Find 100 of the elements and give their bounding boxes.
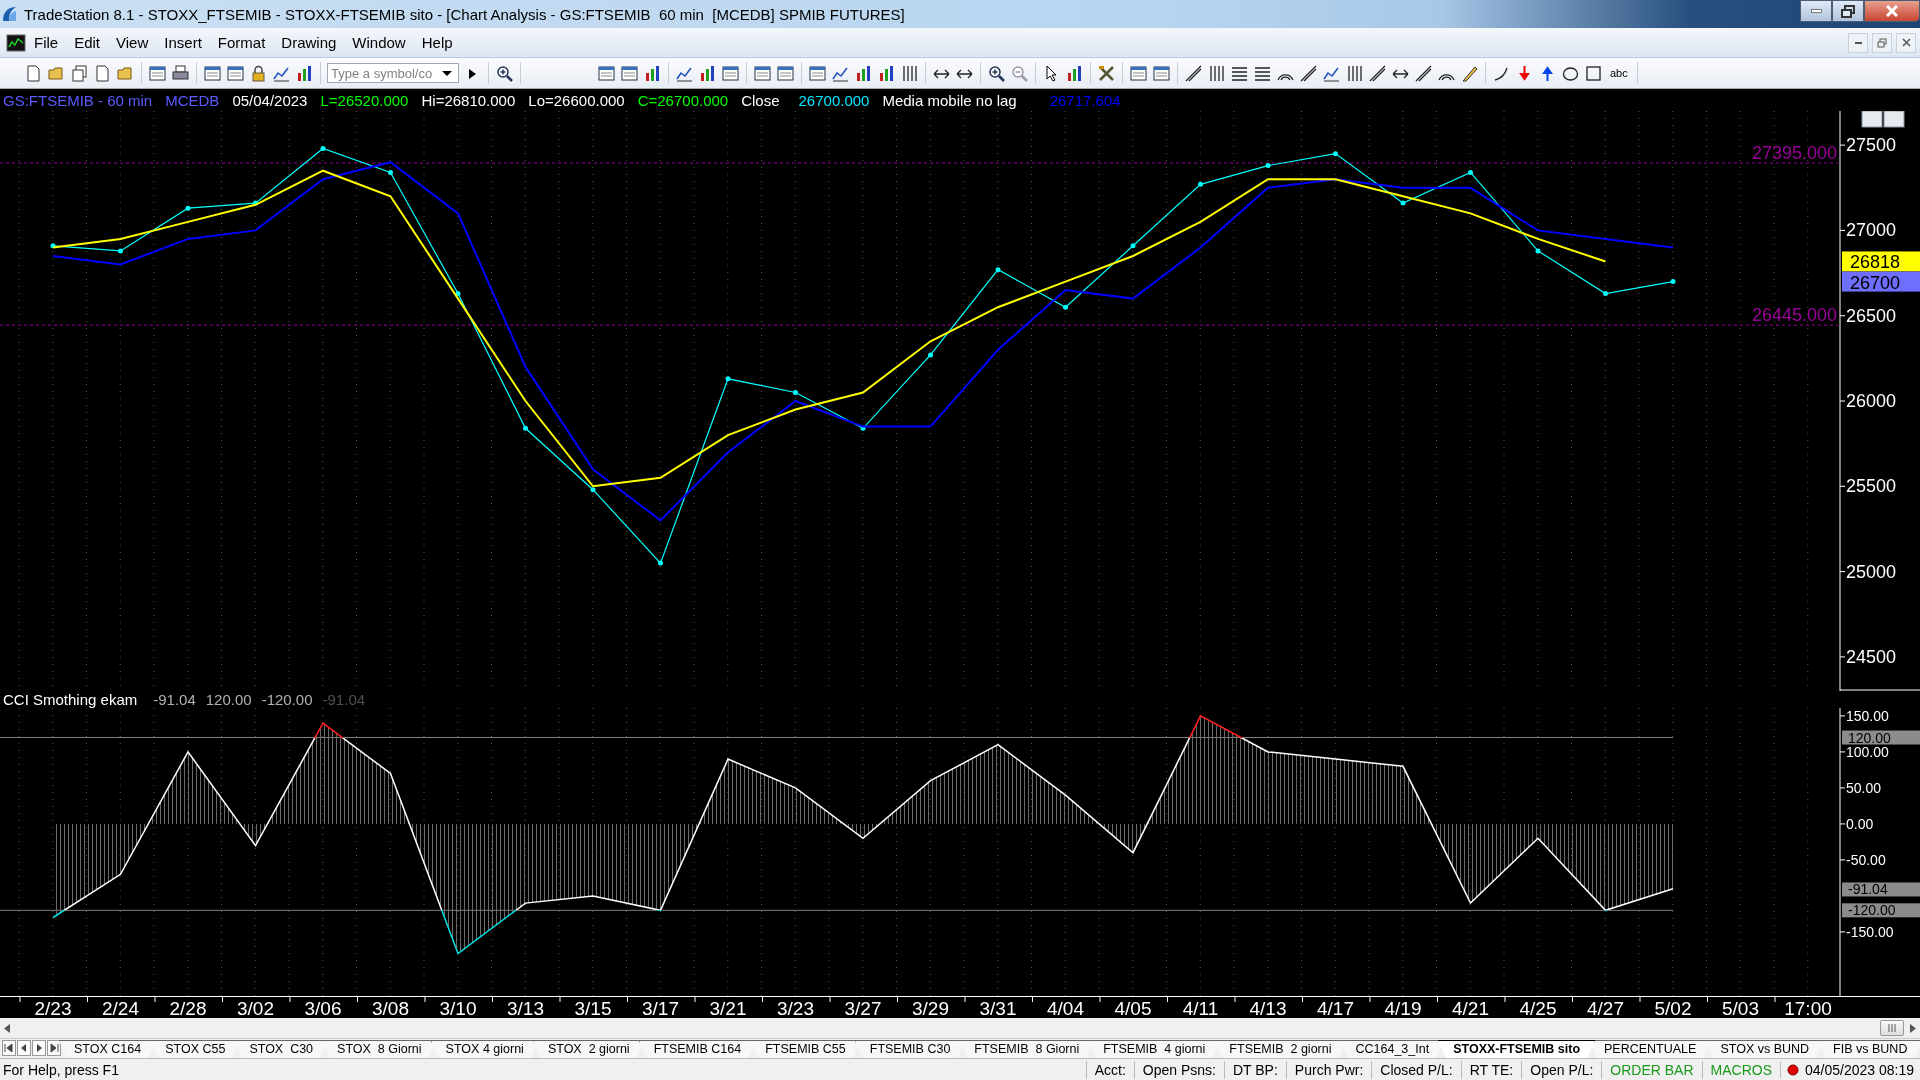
- date-label: 5/02: [1654, 998, 1692, 1019]
- date-label: 2/23: [34, 998, 72, 1019]
- price-point: [388, 169, 393, 175]
- window-icon[interactable]: [721, 63, 740, 83]
- first-page-icon[interactable]: [2, 1040, 16, 1056]
- date-label: 3/21: [709, 998, 747, 1019]
- menu-item[interactable]: Edit: [66, 34, 109, 51]
- window-icon[interactable]: [753, 63, 772, 83]
- status-field: Purch Pwr:: [1285, 1060, 1372, 1079]
- level-label: 27395.000: [1751, 143, 1837, 164]
- window-icon[interactable]: [148, 63, 167, 83]
- previous-page-icon[interactable]: [17, 1040, 31, 1056]
- menu-item[interactable]: Insert: [156, 34, 210, 51]
- bar-chart-icon[interactable]: [877, 63, 896, 83]
- value-marker: 120.00: [1842, 729, 1920, 746]
- lock-icon[interactable]: [249, 63, 268, 83]
- date-label: 17:00: [1784, 998, 1832, 1019]
- vertical-lines-icon[interactable]: [1345, 63, 1364, 83]
- date-label: 5/03: [1722, 998, 1759, 1019]
- scroll-right-icon[interactable]: [1910, 1023, 1916, 1033]
- indicator-value: -91.04: [322, 691, 366, 708]
- menu-item[interactable]: Drawing: [273, 34, 345, 51]
- restore-button[interactable]: [1832, 0, 1864, 22]
- axis-label: 24500: [1846, 646, 1897, 667]
- price-point: [320, 146, 326, 152]
- symbol-label: GS:FTSEMIB - 60 min: [3, 91, 153, 109]
- page-icon[interactable]: [24, 63, 43, 83]
- scroll-left-icon[interactable]: [4, 1023, 10, 1033]
- sheet-tab[interactable]: STOXX-FTSEMIB sito: [1438, 1040, 1596, 1058]
- status-dot-icon: [1787, 1063, 1799, 1076]
- low-price-value: Lo=26600.000: [528, 91, 625, 109]
- status-field: DT BP:: [1223, 1060, 1286, 1079]
- restore-button[interactable]: [1883, 111, 1905, 128]
- bar-chart-icon[interactable]: [643, 63, 662, 83]
- printer-icon[interactable]: [171, 63, 190, 83]
- date-time: 04/05/2023 08:19: [1805, 1061, 1914, 1078]
- diagonal-line-icon[interactable]: [1368, 63, 1387, 83]
- vertical-lines-icon[interactable]: [900, 63, 919, 83]
- window-icon[interactable]: [620, 63, 639, 83]
- date-label: 4/21: [1452, 998, 1489, 1019]
- tools-icon[interactable]: [1097, 63, 1116, 83]
- date-label: 4/05: [1114, 998, 1152, 1019]
- sheet-tab[interactable]: FIB vs BUND: [1818, 1040, 1920, 1058]
- last-price-value: L=26520.000: [320, 91, 409, 109]
- bar-chart-icon[interactable]: [698, 63, 717, 83]
- price-point: [1265, 163, 1271, 169]
- bar-chart-icon[interactable]: [1065, 63, 1084, 83]
- window-icon[interactable]: [1129, 63, 1148, 83]
- bar-chart-icon[interactable]: [295, 63, 314, 83]
- price-point: [455, 291, 461, 297]
- app-icon: [0, 5, 18, 23]
- rectangle-icon[interactable]: [1584, 63, 1603, 83]
- minimize-button[interactable]: [1861, 111, 1883, 128]
- date-label: 3/13: [507, 998, 544, 1019]
- date-label: 3/08: [372, 998, 409, 1019]
- date-label: 4/04: [1047, 998, 1084, 1019]
- last-page-icon[interactable]: [47, 1040, 61, 1056]
- status-field: Acct:: [1085, 1060, 1134, 1079]
- menu-item[interactable]: View: [108, 34, 157, 51]
- zoom-in-icon[interactable]: [987, 63, 1006, 83]
- window-icon[interactable]: [203, 63, 222, 83]
- page-icon[interactable]: [93, 63, 112, 83]
- close-icon: [1886, 5, 1898, 17]
- help-text: For Help, press F1: [2, 1061, 120, 1078]
- price-point: [1198, 181, 1203, 187]
- date-label: 2/28: [169, 998, 207, 1019]
- minimize-button[interactable]: [1800, 0, 1832, 22]
- zoom-in-icon[interactable]: [495, 63, 514, 83]
- window-icon[interactable]: [808, 63, 827, 83]
- date-label: 2/24: [102, 998, 139, 1019]
- bar-chart-icon[interactable]: [854, 63, 873, 83]
- text-tool[interactable]: abc: [1607, 67, 1631, 79]
- window-icon[interactable]: [597, 63, 616, 83]
- diagonal-line-icon[interactable]: [1414, 63, 1433, 83]
- diagonal-line-icon[interactable]: [1184, 63, 1203, 83]
- window-icon[interactable]: [776, 63, 795, 83]
- chart-app-icon: [6, 33, 26, 52]
- plot-label: Close: [741, 91, 780, 109]
- date-label: 3/29: [912, 998, 949, 1019]
- symbol-field[interactable]: Type a symbol/co: [327, 63, 459, 83]
- menu-item[interactable]: Format: [209, 34, 274, 51]
- price-point: [1130, 243, 1136, 249]
- window-title: TradeStation 8.1 - STOXX_FTSEMIB - STOXX-FTSEMIB sito - [Chart Analysis - GS:FTSEMIB 60 min [MCEDB] SPMIB FUTURES]: [24, 5, 906, 23]
- date-label: 3/17: [642, 998, 679, 1019]
- window-icon[interactable]: [226, 63, 245, 83]
- vertical-lines-icon[interactable]: [1207, 63, 1226, 83]
- date-label: 3/31: [979, 998, 1017, 1019]
- window-icon[interactable]: [1152, 63, 1171, 83]
- menu-item[interactable]: Help: [413, 34, 461, 51]
- close-button[interactable]: [1864, 0, 1920, 22]
- price-point: [1603, 291, 1608, 297]
- diagonal-line-icon[interactable]: [1299, 63, 1318, 83]
- menu-item[interactable]: Window: [344, 34, 414, 51]
- documents-icon[interactable]: [70, 63, 89, 83]
- axis-label: -150.00: [1846, 923, 1894, 940]
- date-label: 4/17: [1317, 998, 1354, 1019]
- menu-item[interactable]: File: [26, 34, 67, 51]
- scroll-thumb[interactable]: [1880, 1020, 1904, 1036]
- status-field: RT TE:: [1460, 1060, 1522, 1079]
- next-page-icon[interactable]: [32, 1040, 46, 1056]
